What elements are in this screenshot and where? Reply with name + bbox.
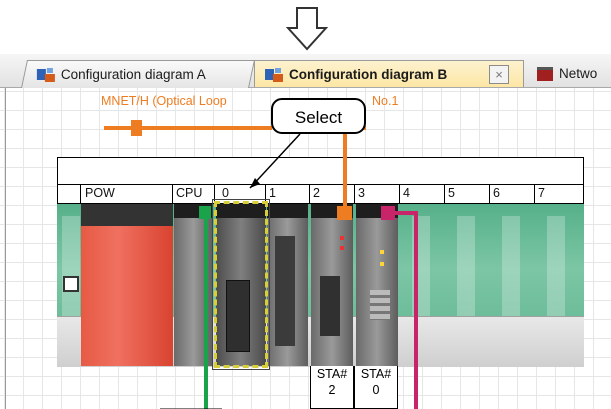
station-label-0: STA# 0 bbox=[354, 366, 398, 409]
cable-overlay bbox=[104, 120, 418, 409]
select-callout: Select bbox=[271, 98, 366, 134]
cable-connector-end bbox=[337, 206, 352, 220]
cable-connector bbox=[131, 120, 142, 136]
station-label-2: STA# 2 bbox=[310, 366, 354, 409]
cable-connector-pink bbox=[381, 206, 395, 220]
cable-connector-green bbox=[199, 206, 211, 219]
network-cable-orange bbox=[104, 126, 366, 208]
callout-pointer bbox=[249, 133, 301, 189]
